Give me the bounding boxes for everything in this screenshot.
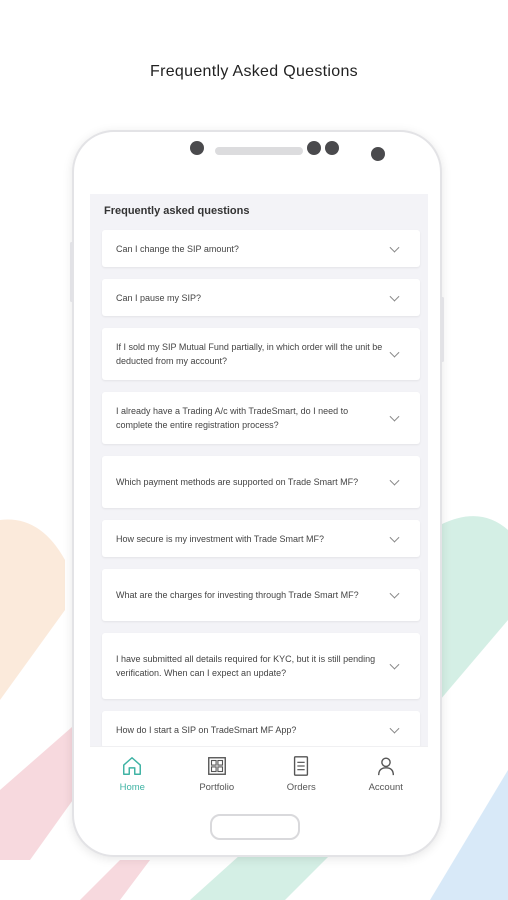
- camera-dot: [371, 147, 385, 161]
- faq-question: If I sold my SIP Mutual Fund partially, …: [116, 342, 383, 366]
- app-screen: Frequently asked questions Can I change …: [90, 194, 428, 794]
- nav-label: Orders: [286, 782, 316, 793]
- phone-volume-button: [70, 242, 73, 302]
- faq-question: Can I pause my SIP?: [116, 292, 202, 303]
- nav-label: Home: [119, 782, 145, 793]
- faq-question: I already have a Trading A/c with TradeS…: [116, 406, 349, 430]
- nav-item-home[interactable]: Home: [97, 747, 167, 807]
- portfolio-icon: [207, 757, 226, 775]
- faq-item[interactable]: Can I change the SIP amount?: [102, 230, 420, 267]
- phone-power-button: [441, 297, 444, 362]
- nav-label: Account: [368, 782, 403, 793]
- nav-item-orders[interactable]: Orders: [266, 747, 336, 807]
- faq-item[interactable]: How secure is my investment with Trade S…: [102, 520, 420, 557]
- faq-question: How secure is my investment with Trade S…: [116, 533, 325, 544]
- faq-item[interactable]: Can I pause my SIP?: [102, 279, 420, 316]
- account-icon: [377, 757, 394, 776]
- faq-item[interactable]: If I sold my SIP Mutual Fund partially, …: [102, 328, 420, 380]
- sensor-dot: [307, 141, 321, 155]
- sensor-dot: [325, 141, 339, 155]
- faq-question: Can I change the SIP amount?: [116, 243, 239, 254]
- front-camera-dot: [190, 141, 204, 155]
- phone-speaker: [215, 147, 303, 155]
- faq-item[interactable]: I have submitted all details required fo…: [102, 633, 420, 699]
- faq-item[interactable]: How do I start a SIP on TradeSmart MF Ap…: [102, 711, 420, 748]
- faq-question: Which payment methods are supported on T…: [116, 477, 359, 487]
- home-icon: [123, 757, 142, 775]
- phone-home-button[interactable]: [210, 814, 300, 840]
- nav-item-portfolio[interactable]: Portfolio: [182, 747, 252, 807]
- faq-question: What are the charges for investing throu…: [116, 590, 359, 600]
- promo-title: Frequently Asked Questions: [150, 63, 358, 80]
- faq-item[interactable]: I already have a Trading A/c with TradeS…: [102, 392, 420, 444]
- nav-item-account[interactable]: Account: [351, 747, 421, 807]
- faq-question: I have submitted all details required fo…: [116, 654, 376, 678]
- phone-frame: Frequently asked questions Can I change …: [70, 130, 444, 857]
- faq-item[interactable]: What are the charges for investing throu…: [102, 569, 420, 621]
- faq-item[interactable]: Which payment methods are supported on T…: [102, 456, 420, 508]
- faq-header: Frequently asked questions: [104, 205, 250, 217]
- nav-label: Portfolio: [199, 782, 235, 793]
- bottom-nav: Home Portfolio Orders Account: [90, 746, 428, 807]
- faq-list: Can I change the SIP amount? Can I pause…: [102, 230, 420, 760]
- orders-icon: [294, 756, 309, 776]
- faq-question: How do I start a SIP on TradeSmart MF Ap…: [116, 724, 297, 735]
